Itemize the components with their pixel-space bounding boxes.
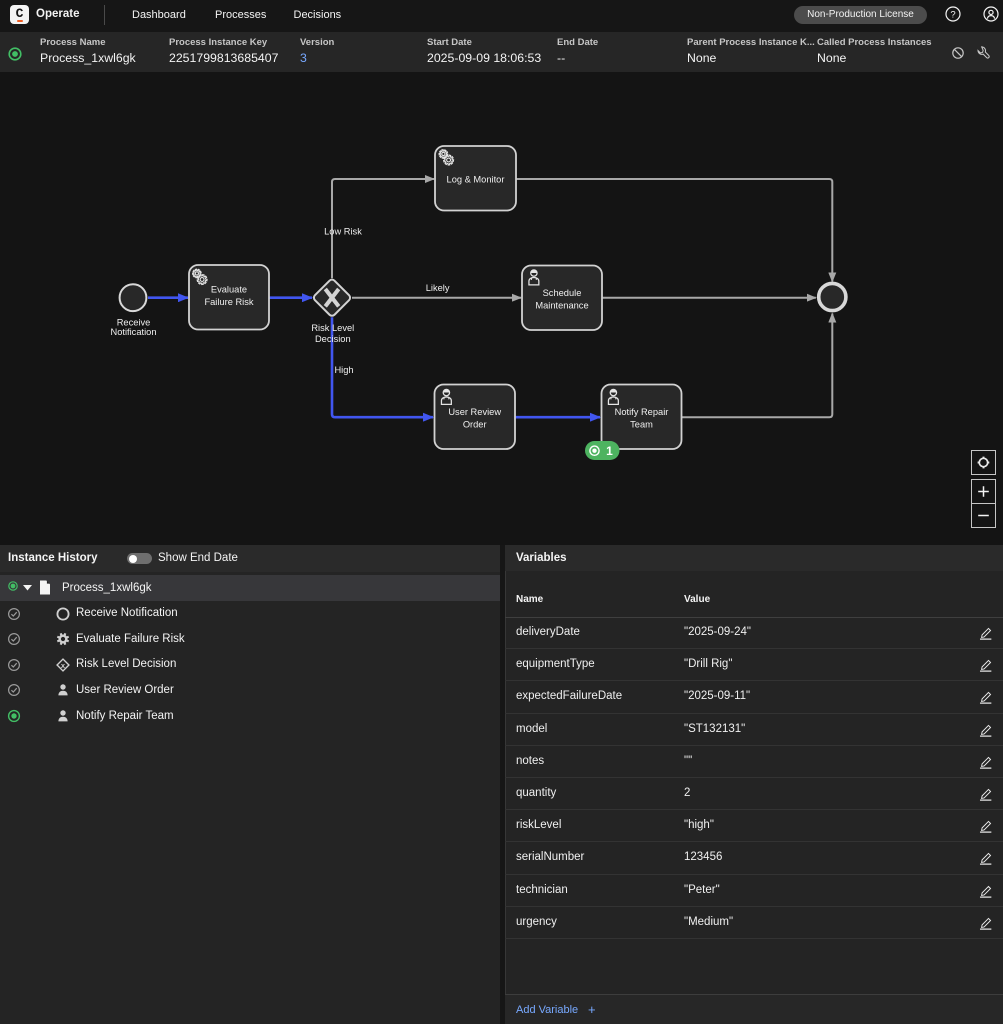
svg-text:User Review: User Review (448, 407, 501, 417)
svg-text:Risk Level: Risk Level (311, 323, 354, 333)
svg-text:Likely: Likely (426, 283, 450, 293)
svg-text:Maintenance: Maintenance (535, 301, 588, 311)
svg-text:Evaluate: Evaluate (211, 285, 247, 295)
svg-text:Low Risk: Low Risk (324, 227, 362, 237)
svg-text:Receive: Receive (117, 318, 151, 328)
svg-text:Decision: Decision (315, 334, 351, 344)
svg-text:Notification: Notification (111, 327, 157, 337)
svg-text:Failure Risk: Failure Risk (204, 297, 253, 307)
svg-text:Log & Monitor: Log & Monitor (447, 175, 505, 185)
svg-text:?: ? (950, 10, 955, 21)
svg-text:1: 1 (606, 444, 613, 458)
svg-text:Notify Repair: Notify Repair (615, 407, 669, 417)
svg-text:Order: Order (463, 420, 487, 430)
svg-text:High: High (334, 365, 353, 375)
svg-text:Schedule: Schedule (543, 288, 582, 298)
svg-text:Team: Team (630, 420, 653, 430)
